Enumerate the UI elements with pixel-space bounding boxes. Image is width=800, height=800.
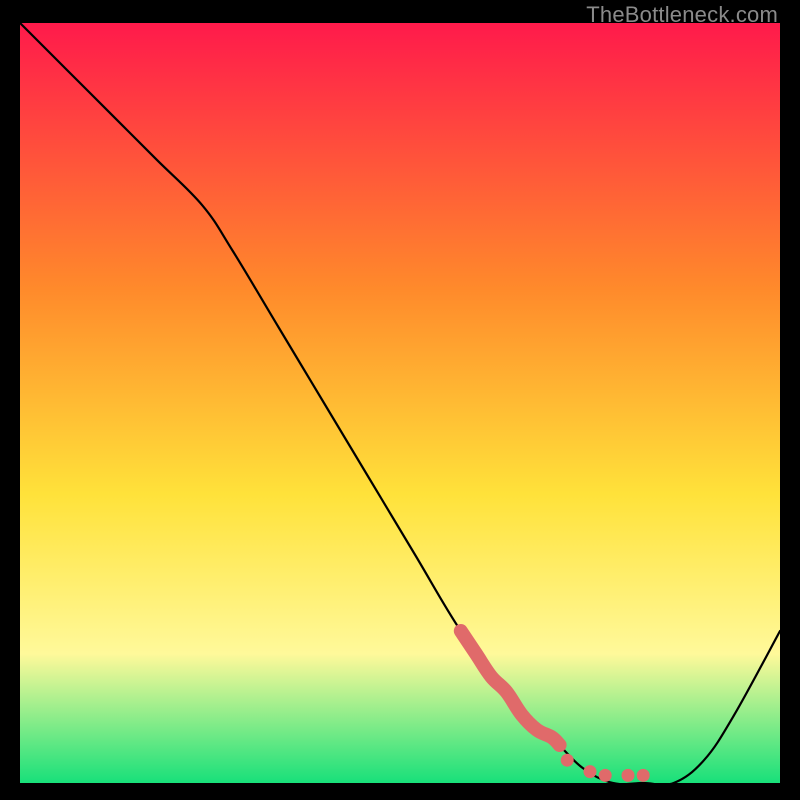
highlight-dot (622, 769, 635, 782)
chart-frame (20, 23, 780, 783)
highlight-dot (637, 769, 650, 782)
highlight-dot (599, 769, 612, 782)
highlight-dot (584, 765, 597, 778)
bottleneck-chart (20, 23, 780, 783)
watermark-text: TheBottleneck.com (586, 2, 778, 28)
highlight-dot (561, 754, 574, 767)
